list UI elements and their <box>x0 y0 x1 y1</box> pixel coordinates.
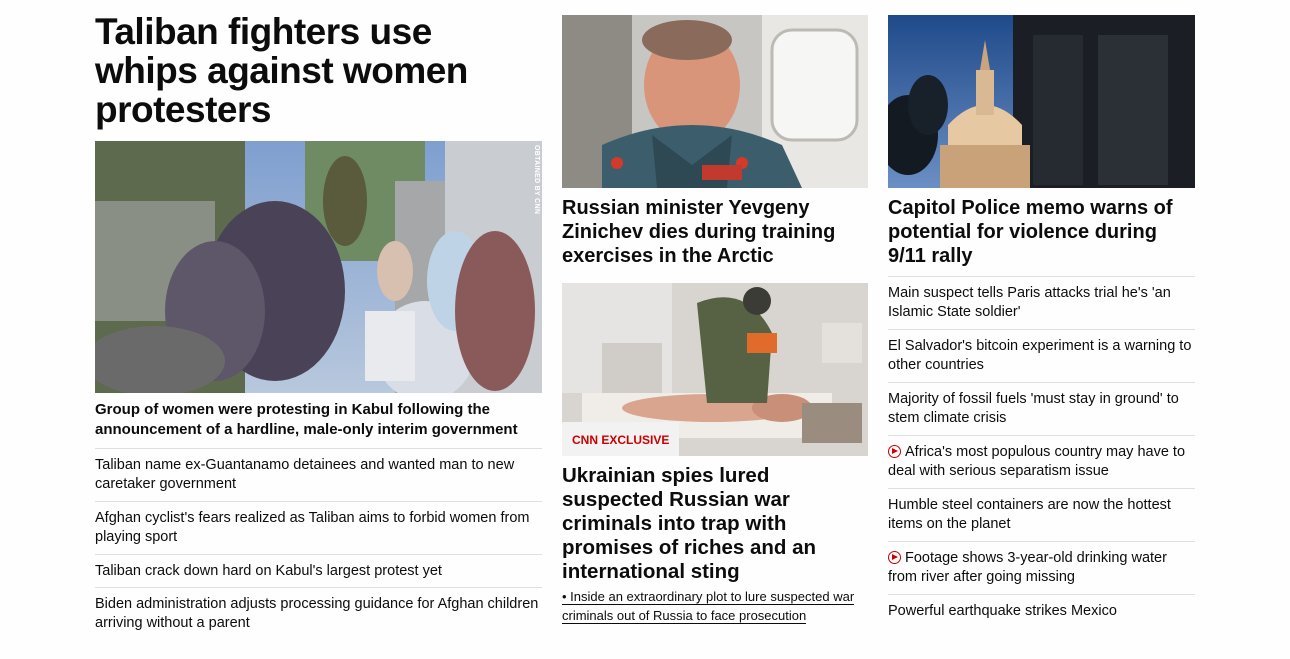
lead-story: Taliban fighters use whips against women… <box>95 0 542 640</box>
list-item[interactable]: Taliban crack down hard on Kabul's large… <box>95 554 542 587</box>
lead-image[interactable]: OBTAINED BY CNN <box>95 141 542 393</box>
story2-subline[interactable]: • Inside an extraordinary plot to lure s… <box>562 587 868 625</box>
story2-subline-text[interactable]: • Inside an extraordinary plot to lure s… <box>562 589 855 624</box>
image-credit: OBTAINED BY CNN <box>533 145 540 215</box>
list-item[interactable]: El Salvador's bitcoin experiment is a wa… <box>888 329 1195 382</box>
list-item[interactable]: Majority of fossil fuels 'must stay in g… <box>888 382 1195 435</box>
right-stories: Capitol Police memo warns of potential f… <box>888 0 1195 628</box>
lead-headline[interactable]: Taliban fighters use whips against women… <box>95 12 542 129</box>
capitol-image[interactable] <box>888 15 1195 188</box>
list-item[interactable]: Powerful earthquake strikes Mexico <box>888 594 1195 628</box>
story2-headline[interactable]: Ukrainian spies lured suspected Russian … <box>562 464 868 584</box>
list-item[interactable]: Main suspect tells Paris attacks trial h… <box>888 276 1195 329</box>
cnn-exclusive-badge: CNN EXCLUSIVE <box>562 422 680 456</box>
play-icon <box>888 551 901 564</box>
story1-image[interactable] <box>562 15 868 188</box>
list-item-text: Footage shows 3-year-old drinking water … <box>888 550 1167 585</box>
lead-related-list: Taliban name ex-Guantanamo detainees and… <box>95 448 542 640</box>
capitol-headline[interactable]: Capitol Police memo warns of potential f… <box>888 196 1195 268</box>
play-icon <box>888 445 901 458</box>
story1-headline[interactable]: Russian minister Yevgeny Zinichev dies d… <box>562 196 868 268</box>
list-item[interactable]: Humble steel containers are now the hott… <box>888 488 1195 541</box>
lead-caption[interactable]: Group of women were protesting in Kabul … <box>95 400 542 440</box>
right-list: Main suspect tells Paris attacks trial h… <box>888 276 1195 628</box>
story2-image[interactable]: CNN EXCLUSIVE <box>562 283 868 456</box>
list-item[interactable]: Afghan cyclist's fears realized as Talib… <box>95 501 542 554</box>
list-item[interactable]: Taliban name ex-Guantanamo detainees and… <box>95 448 542 501</box>
list-item-video[interactable]: Footage shows 3-year-old drinking water … <box>888 541 1195 594</box>
list-item[interactable]: Biden administration adjusts processing … <box>95 587 542 640</box>
list-item-video[interactable]: Africa's most populous country may have … <box>888 435 1195 488</box>
list-item-text: Africa's most populous country may have … <box>888 444 1186 479</box>
middle-stories: Russian minister Yevgeny Zinichev dies d… <box>562 0 868 625</box>
